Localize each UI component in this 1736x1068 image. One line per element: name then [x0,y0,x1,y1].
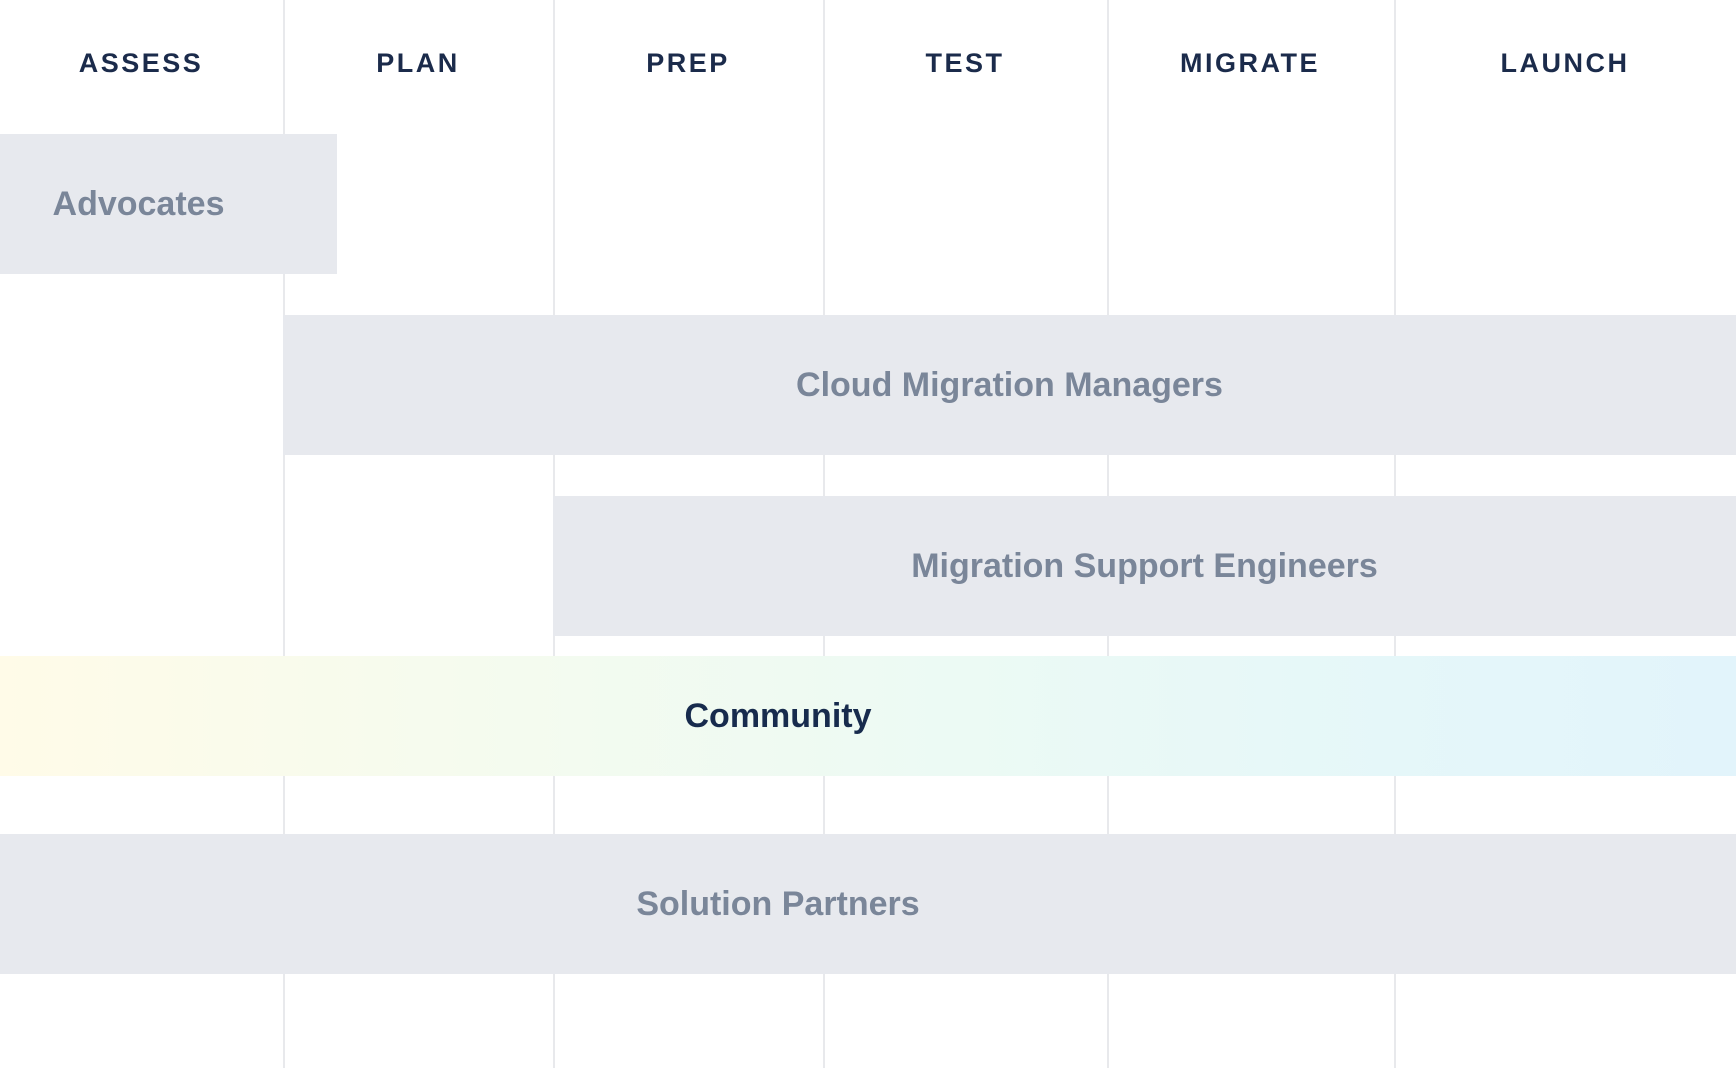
bar-label: Cloud Migration Managers [796,366,1223,405]
phase-launch: LAUNCH [1501,48,1630,79]
bar-label: Advocates [53,185,225,224]
phase-test: TEST [925,48,1004,79]
phase-migrate: MIGRATE [1180,48,1320,79]
gantt-chart: ASSESS PLAN PREP TEST MIGRATE LAUNCH Adv… [0,0,1736,1068]
phase-assess: ASSESS [79,48,204,79]
phase-plan: PLAN [376,48,460,79]
bar-label: Community [685,697,872,736]
phase-prep: PREP [646,48,730,79]
bar-advocates: Advocates [0,134,337,274]
bar-label: Solution Partners [636,885,919,924]
bar-community: Community [0,656,1736,776]
bar-label: Migration Support Engineers [911,547,1378,586]
bar-solution-partners: Solution Partners [0,834,1736,974]
bar-migration-support-engineers: Migration Support Engineers [553,496,1736,636]
bar-cloud-migration-managers: Cloud Migration Managers [283,315,1736,455]
